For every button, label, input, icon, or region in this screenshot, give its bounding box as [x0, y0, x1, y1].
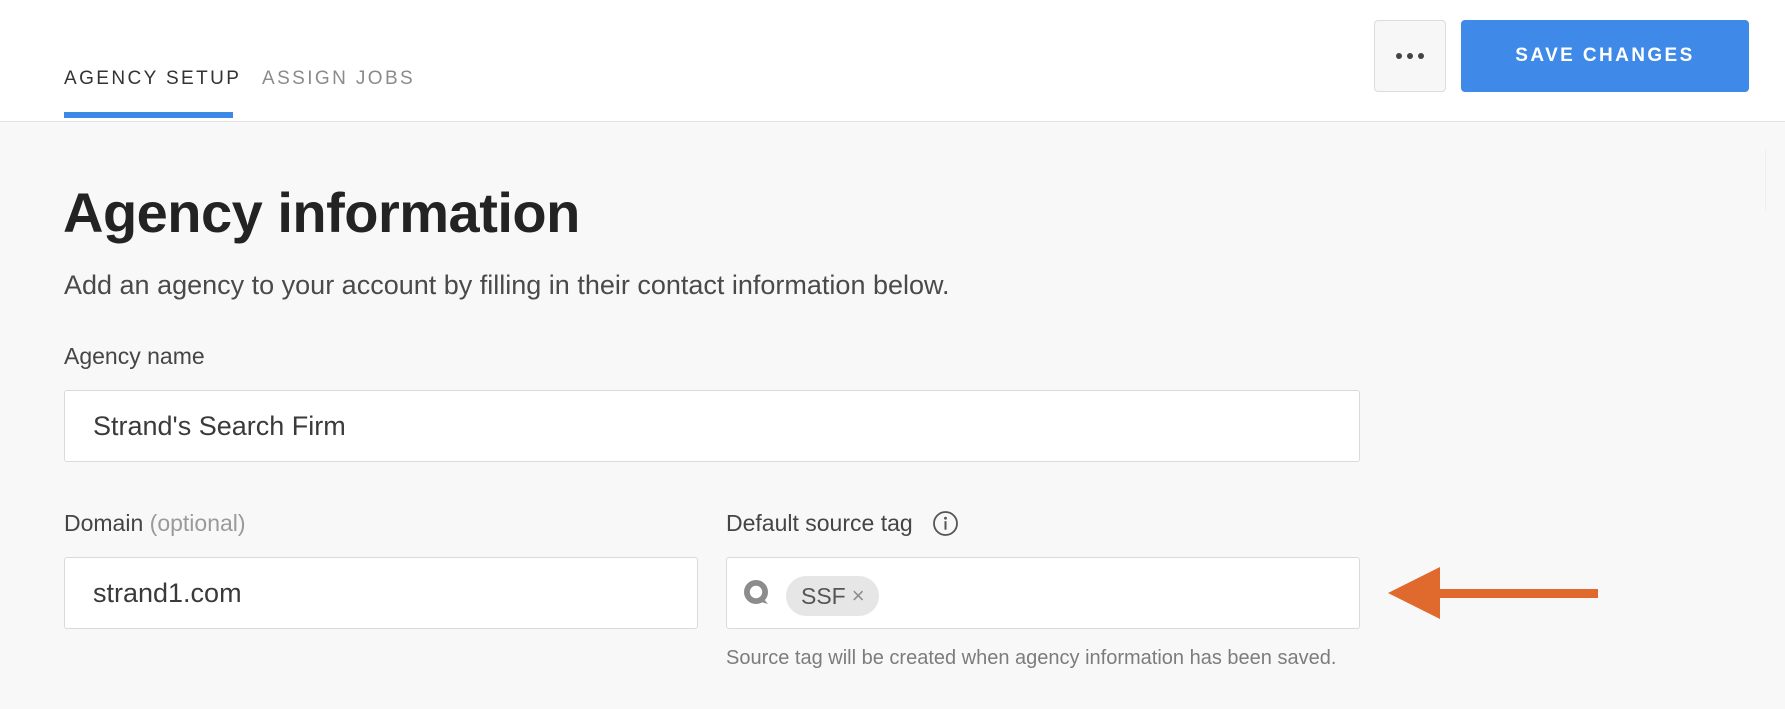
tab-agency-setup[interactable]: AGENCY SETUP: [64, 68, 241, 90]
page-title: Agency information: [63, 181, 580, 244]
optional-hint: (optional): [149, 510, 246, 536]
tag-chip-label: SSF: [801, 582, 846, 609]
search-icon: [744, 580, 768, 604]
tab-assign-jobs[interactable]: ASSIGN JOBS: [262, 68, 415, 90]
active-tab-indicator: [64, 112, 233, 118]
top-bar: AGENCY SETUP ASSIGN JOBS SAVE CHANGES: [0, 0, 1785, 122]
source-tag-helper-text: Source tag will be created when agency i…: [726, 647, 1337, 669]
domain-label: Domain (optional): [64, 510, 246, 537]
close-icon[interactable]: ×: [852, 585, 865, 607]
page-subtitle: Add an agency to your account by filling…: [64, 270, 950, 300]
save-changes-button[interactable]: SAVE CHANGES: [1461, 20, 1749, 92]
scrollbar-track[interactable]: [1765, 150, 1785, 210]
agency-name-input[interactable]: [64, 390, 1360, 462]
ellipsis-horizontal-icon: [1394, 53, 1427, 59]
info-icon[interactable]: [932, 510, 959, 537]
source-tag-field[interactable]: SSF ×: [726, 557, 1360, 629]
source-tag-label: Default source tag: [726, 510, 913, 536]
tag-chip-ssf: SSF ×: [786, 576, 879, 616]
domain-label-text: Domain: [64, 510, 144, 536]
more-options-button[interactable]: [1374, 20, 1446, 92]
arrow-left-icon: [1388, 567, 1598, 619]
agency-name-label: Agency name: [64, 343, 205, 369]
domain-input[interactable]: [64, 557, 698, 629]
